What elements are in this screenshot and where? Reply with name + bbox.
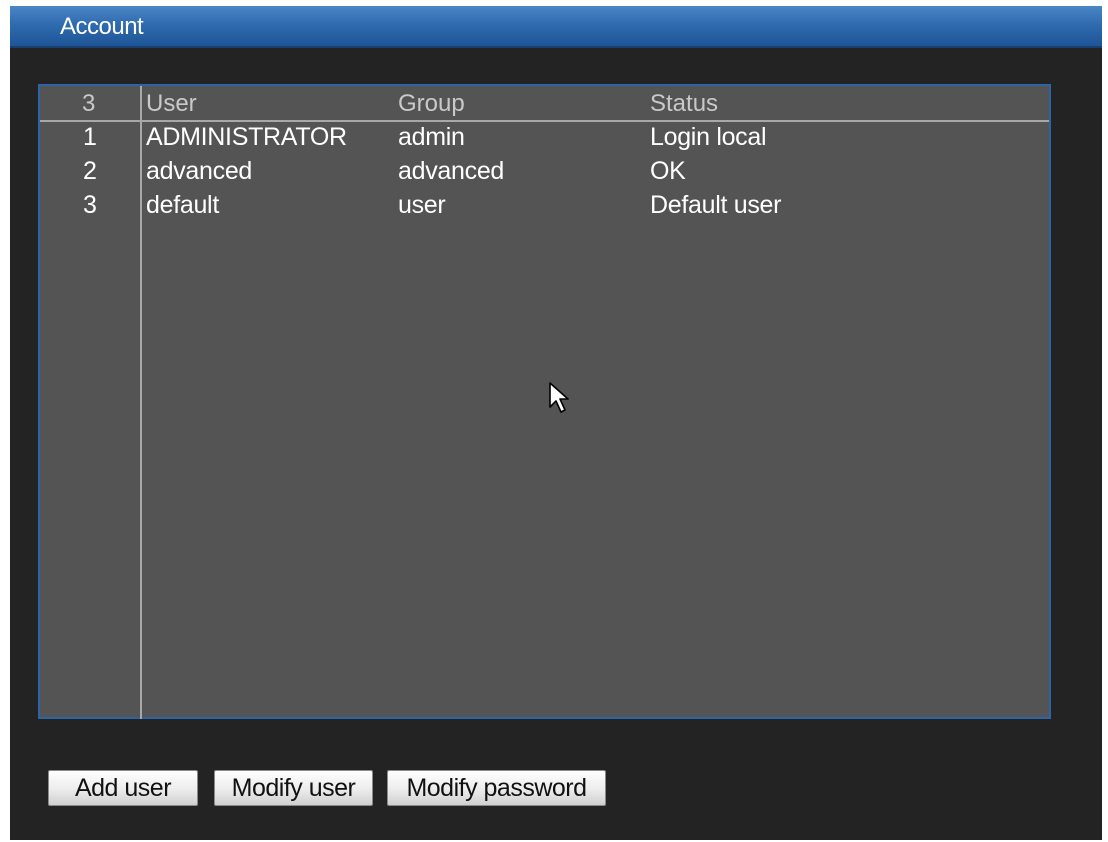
add-user-button[interactable]: Add user — [48, 770, 198, 806]
mouse-pointer-icon — [549, 382, 569, 413]
row-group: user — [398, 191, 446, 219]
column-divider — [140, 86, 142, 719]
header-divider — [40, 120, 1049, 122]
window-title: Account — [60, 13, 144, 40]
row-group: admin — [398, 123, 465, 151]
row-status: OK — [650, 157, 686, 185]
modify-password-button[interactable]: Modify password — [387, 770, 606, 806]
group-column-header[interactable]: Group — [398, 90, 465, 118]
user-list[interactable]: 3 User Group Status 1 ADMINISTRATOR admi… — [38, 84, 1051, 719]
row-index: 1 — [83, 123, 97, 151]
row-group: advanced — [398, 157, 505, 185]
user-count-header: 3 — [82, 90, 96, 117]
row-index: 3 — [83, 191, 97, 219]
user-column-header[interactable]: User — [146, 90, 197, 118]
title-bar: Account — [10, 6, 1102, 48]
row-user: default — [146, 191, 219, 219]
row-status: Default user — [650, 191, 782, 219]
row-user: advanced — [146, 157, 253, 185]
row-index: 2 — [83, 157, 97, 185]
row-status: Login local — [650, 123, 767, 151]
modify-user-button[interactable]: Modify user — [214, 770, 373, 806]
row-user: ADMINISTRATOR — [146, 123, 347, 151]
status-column-header[interactable]: Status — [650, 90, 718, 118]
